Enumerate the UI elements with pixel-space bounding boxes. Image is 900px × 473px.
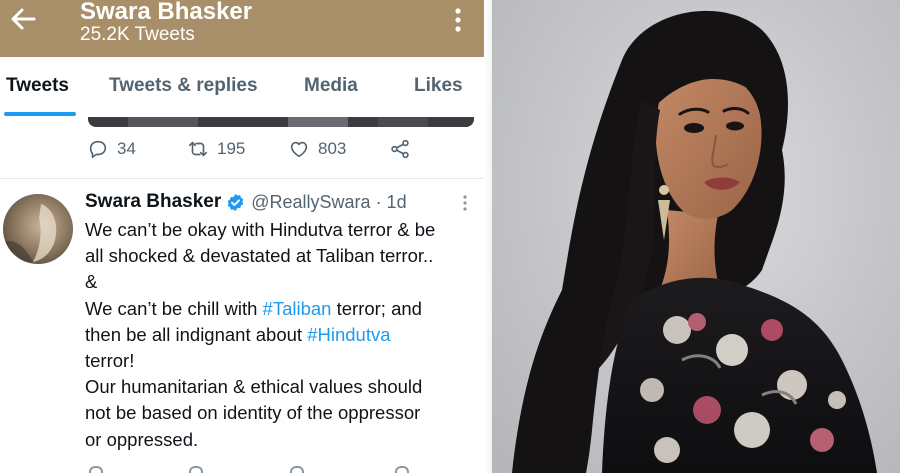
hashtag-taliban-link[interactable]: #Taliban (263, 298, 332, 319)
tab-likes[interactable]: Likes (414, 75, 463, 97)
tab-media[interactable]: Media (304, 75, 358, 97)
tweet-line: Our humanitarian & ethical values should (85, 376, 423, 398)
tab-tweets[interactable]: Tweets (6, 75, 69, 97)
tweet-line: We can’t be chill with #Taliban terror; … (85, 296, 485, 322)
tweet-actions-partial (85, 462, 485, 473)
tweet-text: We can’t be okay with Hindutva terror & … (85, 217, 485, 453)
tweet-more-icon[interactable] (460, 194, 470, 212)
tweet-handle-and-time: @ReallySwara · 1d (251, 191, 407, 212)
tweet-line-text: then be all indignant about (85, 323, 308, 345)
screenshot-edge (484, 0, 492, 473)
like-button[interactable]: 803 (288, 138, 346, 160)
heart-icon (290, 141, 308, 158)
like-count: 803 (318, 139, 347, 158)
reply-button[interactable]: 34 (87, 138, 136, 160)
reply-count: 34 (117, 139, 136, 158)
retweet-count: 195 (217, 139, 246, 158)
hashtag-hindutva-link[interactable]: #Hindutva (307, 324, 390, 345)
verified-badge-icon (228, 193, 244, 211)
comment-icon (89, 140, 107, 159)
portrait-illustration (512, 10, 877, 473)
retweet-button[interactable]: 195 (187, 138, 245, 160)
tweet-line: terror! (85, 350, 135, 372)
share-icon (391, 139, 409, 159)
share-button[interactable] (389, 138, 411, 160)
tweet-divider (0, 178, 492, 179)
tweet-line: We can’t be okay with Hindutva terror & … (85, 219, 436, 240)
previous-tweet-media[interactable] (88, 117, 474, 127)
twitter-profile-screenshot: Swara Bhasker 25.2K Tweets Tweets Tweets… (0, 0, 492, 473)
retweet-icon (188, 141, 208, 157)
tweet-count: 25.2K Tweets (80, 24, 195, 45)
profile-name-title: Swara Bhasker (80, 0, 253, 25)
portrait-photo (492, 0, 900, 473)
previous-tweet-actions: 34 195 803 (0, 138, 492, 168)
tweet-line: or oppressed. (85, 428, 199, 450)
profile-tabs: Tweets Tweets & replies Media Likes (0, 57, 492, 117)
tweet-line: not be based on identity of the oppresso… (85, 402, 421, 424)
tweet-line-text: We can’t be chill with (85, 297, 263, 319)
tab-tweets-and-replies[interactable]: Tweets & replies (109, 75, 258, 97)
profile-header-bar: Swara Bhasker 25.2K Tweets (0, 0, 492, 57)
tweet-author-name[interactable]: Swara Bhasker (85, 191, 221, 213)
tweet-line-text: terror; and (331, 297, 422, 319)
arrow-left-icon[interactable] (10, 6, 36, 32)
active-tab-indicator (4, 112, 76, 116)
tweet-header: Swara Bhasker @ReallySwara · 1d (85, 191, 407, 213)
tweet-line: & (85, 271, 98, 293)
tweet-line: all shocked & devastated at Taliban terr… (85, 245, 434, 267)
vertical-dots-icon[interactable] (448, 6, 468, 34)
avatar[interactable] (3, 194, 73, 264)
tweet-line: then be all indignant about #Hindutva (85, 322, 485, 348)
